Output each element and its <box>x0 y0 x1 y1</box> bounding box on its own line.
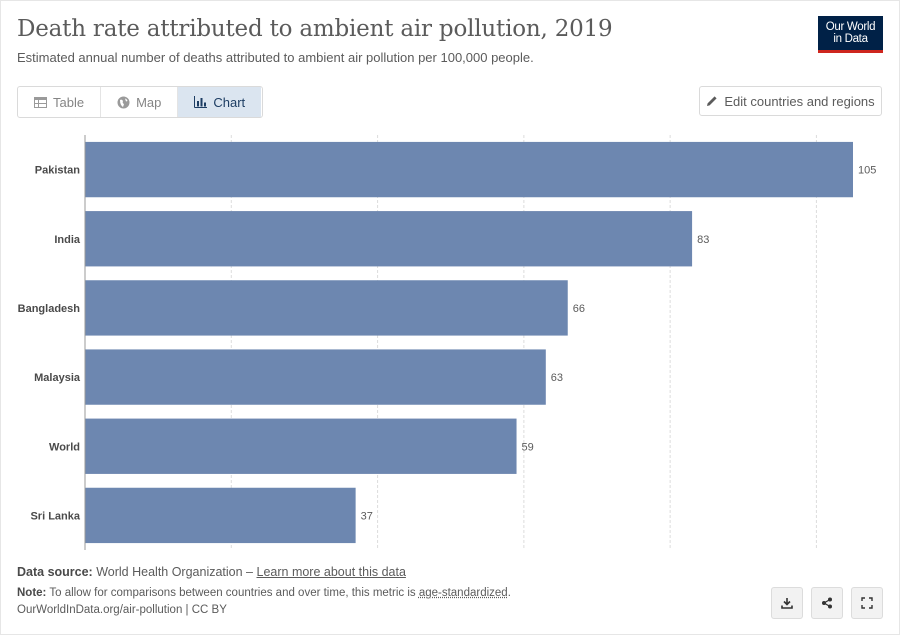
tab-table[interactable]: Table <box>18 87 102 117</box>
share-button[interactable] <box>811 587 843 619</box>
download-button[interactable] <box>771 587 803 619</box>
value-label: 63 <box>551 372 563 384</box>
bar-bangladesh[interactable] <box>85 280 568 336</box>
category-label: Sri Lanka <box>30 510 80 522</box>
note-label: Note: <box>17 587 47 599</box>
chart-title: Death rate attributed to ambient air pol… <box>17 16 613 42</box>
category-label: India <box>54 234 81 246</box>
logo-line-2: in Data <box>833 33 868 45</box>
value-label: 105 <box>858 165 876 177</box>
learn-more-link[interactable]: Learn more about this data <box>257 565 406 579</box>
tab-table-label: Table <box>53 94 85 110</box>
age-standardized-link[interactable]: age-standardized <box>419 587 508 599</box>
category-label: Bangladesh <box>18 303 81 315</box>
chart-icon <box>194 96 208 108</box>
edit-countries-button[interactable]: Edit countries and regions <box>699 86 882 116</box>
value-label: 66 <box>573 303 585 315</box>
category-label: World <box>49 441 80 453</box>
url-line: OurWorldInData.org/air-pollution | CC BY <box>17 604 227 616</box>
table-icon <box>34 96 47 108</box>
pencil-icon <box>707 96 717 106</box>
note-end: . <box>507 587 511 599</box>
value-label: 37 <box>361 510 373 522</box>
bar-chart: Pakistan 105 India 83 Bangladesh 66 Malaysia 63… <box>18 135 876 550</box>
download-icon <box>781 598 793 609</box>
bar-pakistan[interactable] <box>85 141 853 198</box>
bar-malaysia[interactable] <box>85 349 546 405</box>
view-tabs: Table Map Chart <box>17 86 263 118</box>
bar-india[interactable] <box>85 211 693 267</box>
chart-subtitle: Estimated annual number of deaths attrib… <box>17 50 534 65</box>
tab-map[interactable]: Map <box>101 87 179 117</box>
tab-chart-label: Chart <box>213 94 246 110</box>
value-label: 83 <box>697 234 709 246</box>
logo-line-1: Our World <box>825 21 876 33</box>
globe-icon <box>117 96 130 108</box>
note-text: To allow for comparisons between countri… <box>49 587 419 599</box>
value-label: 59 <box>522 441 534 453</box>
data-source-line: Data source: World Health Organization –… <box>17 565 406 579</box>
category-label: Pakistan <box>35 165 81 177</box>
fullscreen-button[interactable] <box>851 587 883 619</box>
bar-sri-lanka[interactable] <box>85 487 356 544</box>
tab-map-label: Map <box>136 94 162 110</box>
data-source-label: Data source: <box>17 565 93 579</box>
tab-chart[interactable]: Chart <box>178 87 262 117</box>
owid-logo[interactable]: Our World in Data <box>818 16 883 53</box>
share-icon <box>822 597 832 609</box>
bar-world[interactable] <box>85 418 517 474</box>
category-label: Malaysia <box>34 372 81 384</box>
fullscreen-icon <box>861 597 873 609</box>
edit-countries-label: Edit countries and regions <box>724 93 875 109</box>
note-line: Note: To allow for comparisons between c… <box>17 587 511 599</box>
data-source-text: World Health Organization – <box>96 565 257 579</box>
